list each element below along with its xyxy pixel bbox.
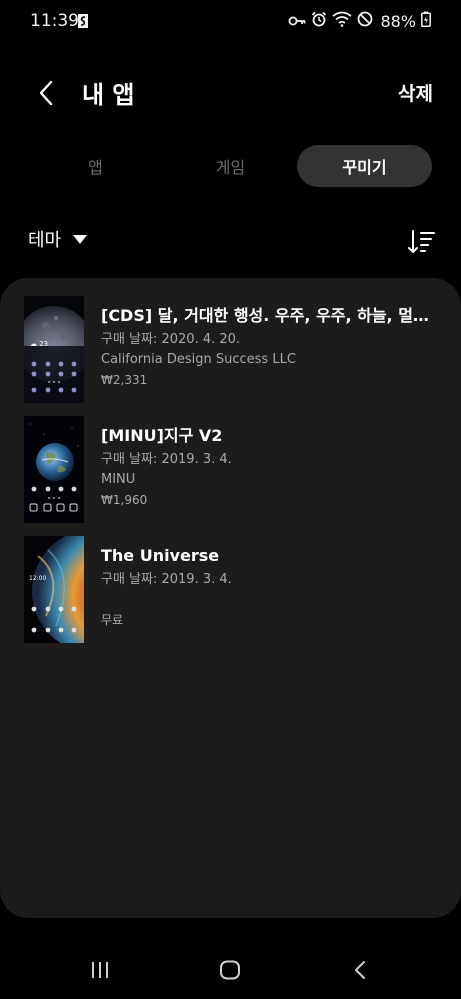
- theme-thumbnail: ☁ 23: [24, 296, 84, 403]
- item-price: ₩1,960: [101, 493, 148, 507]
- list-item[interactable]: 12:00 The Universe 구매 날짜: 2019. 3. 4. 무료: [0, 536, 461, 648]
- recents-icon: [92, 962, 108, 978]
- list-item[interactable]: ☁ 23 [CDS] 달, 거대한 행성. 우주, 우주, 하늘, 멀리, 공간…: [0, 296, 461, 408]
- item-purchase-date: 구매 날짜: 2019. 3. 4.: [101, 452, 232, 467]
- item-title: The Universe: [101, 546, 220, 565]
- sort-icon: [408, 230, 435, 253]
- category-label: 테마: [28, 230, 62, 251]
- home-icon: [220, 960, 240, 980]
- theme-thumbnail: 12:00: [24, 536, 84, 643]
- back-nav-button[interactable]: [340, 954, 380, 986]
- item-price: ₩2,331: [101, 373, 148, 387]
- delete-button[interactable]: 삭제: [398, 79, 433, 106]
- tab-apps[interactable]: 앱: [28, 145, 163, 187]
- app-header: 내 앱 삭제: [0, 60, 461, 124]
- home-button[interactable]: [210, 954, 250, 986]
- purchased-list: ☁ 23 [CDS] 달, 거대한 행성. 우주, 우주, 하늘, 멀리, 공간…: [0, 278, 461, 918]
- sort-button[interactable]: [407, 228, 437, 256]
- category-tabs: 앱 게임 꾸미기: [28, 145, 433, 189]
- item-details: The Universe 구매 날짜: 2019. 3. 4. 무료: [101, 544, 431, 630]
- screen: 11:39 88% 내 앱 삭제 앱 게임 꾸미기 테마 ☁ 23 [CDS] …: [0, 0, 461, 999]
- theme-thumbnail: [24, 416, 84, 523]
- svg-text:12:00: 12:00: [29, 575, 46, 582]
- item-details: [CDS] 달, 거대한 행성. 우주, 우주, 하늘, 멀리, 공간 구매 날…: [101, 304, 431, 390]
- item-seller: [101, 590, 431, 610]
- system-nav-bar: [0, 940, 461, 999]
- item-purchase-date: 구매 날짜: 2019. 3. 4.: [101, 572, 232, 587]
- item-seller: California Design Success LLC: [101, 352, 296, 367]
- item-purchase-date: 구매 날짜: 2020. 4. 20.: [101, 332, 241, 347]
- chevron-left-icon: [39, 80, 53, 106]
- back-icon: [355, 961, 365, 979]
- tab-decorate[interactable]: 꾸미기: [297, 145, 432, 187]
- status-bar: 11:39 88%: [0, 0, 461, 44]
- wifi-icon: [332, 11, 352, 31]
- item-details: [MINU]지구 V2 구매 날짜: 2019. 3. 4. MINU ₩1,9…: [101, 424, 431, 510]
- filter-row: 테마: [0, 220, 461, 264]
- app-s-icon: [76, 13, 90, 33]
- item-seller: MINU: [101, 472, 136, 487]
- item-title: [MINU]지구 V2: [101, 426, 223, 445]
- tab-games[interactable]: 게임: [163, 145, 298, 187]
- status-icons: 88%: [288, 10, 431, 32]
- key-icon: [288, 12, 306, 31]
- item-price: 무료: [101, 613, 124, 627]
- caret-down-icon: [73, 234, 88, 244]
- recent-apps-button[interactable]: [80, 954, 120, 986]
- no-disturb-icon: [357, 11, 373, 31]
- svg-text:☁ 23: ☁ 23: [30, 340, 48, 348]
- page-title: 내 앱: [82, 81, 135, 109]
- item-title: [CDS] 달, 거대한 행성. 우주, 우주, 하늘, 멀리, 공간: [101, 306, 431, 325]
- status-time: 11:39: [30, 11, 79, 31]
- alarm-icon: [311, 11, 327, 31]
- list-item[interactable]: [MINU]지구 V2 구매 날짜: 2019. 3. 4. MINU ₩1,9…: [0, 416, 461, 528]
- battery-percent: 88%: [380, 11, 416, 31]
- category-dropdown[interactable]: 테마: [28, 226, 88, 252]
- battery-icon: [421, 11, 431, 31]
- back-button[interactable]: [30, 77, 62, 109]
